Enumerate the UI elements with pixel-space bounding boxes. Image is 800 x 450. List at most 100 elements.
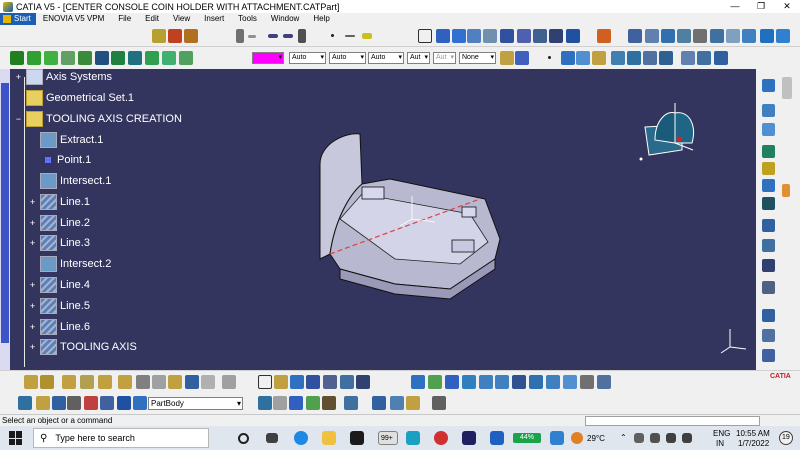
power-input-field[interactable]: [585, 416, 760, 426]
scale-icon[interactable]: [762, 329, 775, 342]
partbody-select[interactable]: PartBody: [148, 397, 243, 410]
3d-viewport[interactable]: + Axis Systems Geometrical Set.1 − TOOLI…: [0, 69, 756, 370]
language-indicator[interactable]: ENG: [713, 429, 730, 438]
point-type-combo[interactable]: Aut: [407, 52, 430, 64]
surface-tool-icon[interactable]: [762, 123, 775, 136]
pattern-icon[interactable]: [762, 259, 775, 272]
shaft-icon[interactable]: [762, 179, 775, 192]
render-icon[interactable]: [760, 29, 774, 43]
format-painter-icon[interactable]: [500, 51, 514, 65]
restore-button[interactable]: ❐: [748, 0, 774, 13]
task-view-icon[interactable]: [266, 433, 278, 443]
measure-icon[interactable]: [168, 29, 182, 43]
line-tool-icon[interactable]: [268, 34, 278, 38]
clock-time[interactable]: 10:55 AM: [736, 429, 770, 438]
view-icon[interactable]: [628, 29, 642, 43]
parameters-icon[interactable]: [340, 375, 354, 389]
extrude-icon[interactable]: [452, 29, 466, 43]
compare-icon[interactable]: [390, 396, 404, 410]
wireframe-icon[interactable]: [762, 104, 775, 117]
pan-view-icon[interactable]: [445, 375, 459, 389]
zoom-icon[interactable]: [111, 51, 125, 65]
isometric-icon[interactable]: [546, 375, 560, 389]
blend-icon[interactable]: [533, 29, 547, 43]
word-icon[interactable]: [490, 431, 504, 445]
zoom-area-icon[interactable]: [95, 51, 109, 65]
inertia-icon[interactable]: [100, 396, 114, 410]
normal-view-icon[interactable]: [726, 29, 740, 43]
material-icon[interactable]: [597, 29, 611, 43]
pan-icon[interactable]: [27, 51, 41, 65]
rendering-combo[interactable]: Aut: [433, 52, 456, 64]
lighting-icon[interactable]: [776, 29, 790, 43]
tray-app-icon[interactable]: [634, 433, 644, 443]
line-type-combo[interactable]: Auto: [368, 52, 404, 64]
plane-icon[interactable]: [362, 33, 372, 39]
pad-icon[interactable]: [762, 145, 775, 158]
hide-show-icon[interactable]: [693, 29, 707, 43]
multi-view-icon[interactable]: [742, 29, 756, 43]
stack-icon[interactable]: [117, 396, 131, 410]
line-tool-2-icon[interactable]: [283, 34, 293, 38]
print-icon[interactable]: [98, 375, 112, 389]
expand-icon[interactable]: +: [28, 218, 37, 228]
transform-icon[interactable]: [762, 281, 775, 294]
expand-icon[interactable]: +: [28, 280, 37, 290]
expand-icon[interactable]: +: [28, 301, 37, 311]
iso-view-icon[interactable]: [645, 29, 659, 43]
tree-item-tooling-axis[interactable]: + TOOLING AXIS: [28, 337, 137, 357]
hide-show-toggle-icon[interactable]: [580, 375, 594, 389]
fill-icon[interactable]: [517, 29, 531, 43]
swap-icon[interactable]: [710, 29, 724, 43]
menu-start[interactable]: Start: [0, 13, 36, 25]
menu-tools[interactable]: Tools: [231, 13, 264, 25]
battery-tray-icon[interactable]: [650, 433, 660, 443]
offset-icon[interactable]: [549, 29, 563, 43]
point-icon[interactable]: [548, 56, 551, 59]
tree-item-intersect-2[interactable]: Intersect.2: [40, 254, 111, 274]
tree-item-geometrical-set[interactable]: Geometrical Set.1: [26, 88, 134, 108]
expand-icon[interactable]: +: [28, 197, 37, 207]
catia-taskbar-icon[interactable]: [462, 431, 476, 445]
line-draw-icon[interactable]: [345, 35, 355, 37]
line-thickness-combo[interactable]: Auto: [329, 52, 366, 64]
normal-icon[interactable]: [128, 51, 142, 65]
sketcher-icon[interactable]: [762, 79, 775, 92]
volume-icon[interactable]: [682, 433, 692, 443]
sphere-icon[interactable]: [483, 29, 497, 43]
normal-view-icon[interactable]: [512, 375, 526, 389]
work-support-icon[interactable]: [289, 396, 303, 410]
tree-item-line-3[interactable]: + Line.3: [28, 233, 90, 253]
mirror-icon[interactable]: [762, 309, 775, 322]
hybrid-design-icon[interactable]: [36, 396, 50, 410]
comment-icon[interactable]: [274, 375, 288, 389]
windows-start-icon[interactable]: [9, 431, 23, 445]
compass-toggle-icon[interactable]: [179, 51, 193, 65]
spline-icon[interactable]: [561, 51, 575, 65]
tree-item-intersect-1[interactable]: Intersect.1: [40, 171, 111, 191]
law-icon[interactable]: [323, 375, 337, 389]
revolve-icon[interactable]: [467, 29, 481, 43]
rotate-view-icon[interactable]: [462, 375, 476, 389]
fillet-icon[interactable]: [762, 219, 775, 232]
insert-body-icon[interactable]: [133, 396, 147, 410]
menu-file[interactable]: File: [111, 13, 138, 25]
paste-icon[interactable]: [168, 375, 182, 389]
copy-icon[interactable]: [152, 375, 166, 389]
l-app-icon[interactable]: [406, 431, 420, 445]
tree-item-point[interactable]: Point.1: [40, 150, 91, 170]
expand-icon[interactable]: +: [28, 322, 37, 332]
weather-icon[interactable]: [571, 432, 583, 444]
fly-mode-icon[interactable]: [411, 375, 425, 389]
chevron-up-icon[interactable]: ⌃: [620, 433, 627, 442]
menu-help[interactable]: Help: [306, 13, 336, 25]
camera-icon[interactable]: [432, 396, 446, 410]
update-icon[interactable]: [18, 396, 32, 410]
cloud-icon[interactable]: [550, 431, 564, 445]
boolean-icon[interactable]: [762, 349, 775, 362]
undo-icon[interactable]: [185, 375, 199, 389]
boundary-icon[interactable]: [697, 51, 711, 65]
grid-icon[interactable]: [273, 396, 287, 410]
snap-icon[interactable]: [61, 51, 75, 65]
expand-icon[interactable]: +: [28, 238, 37, 248]
